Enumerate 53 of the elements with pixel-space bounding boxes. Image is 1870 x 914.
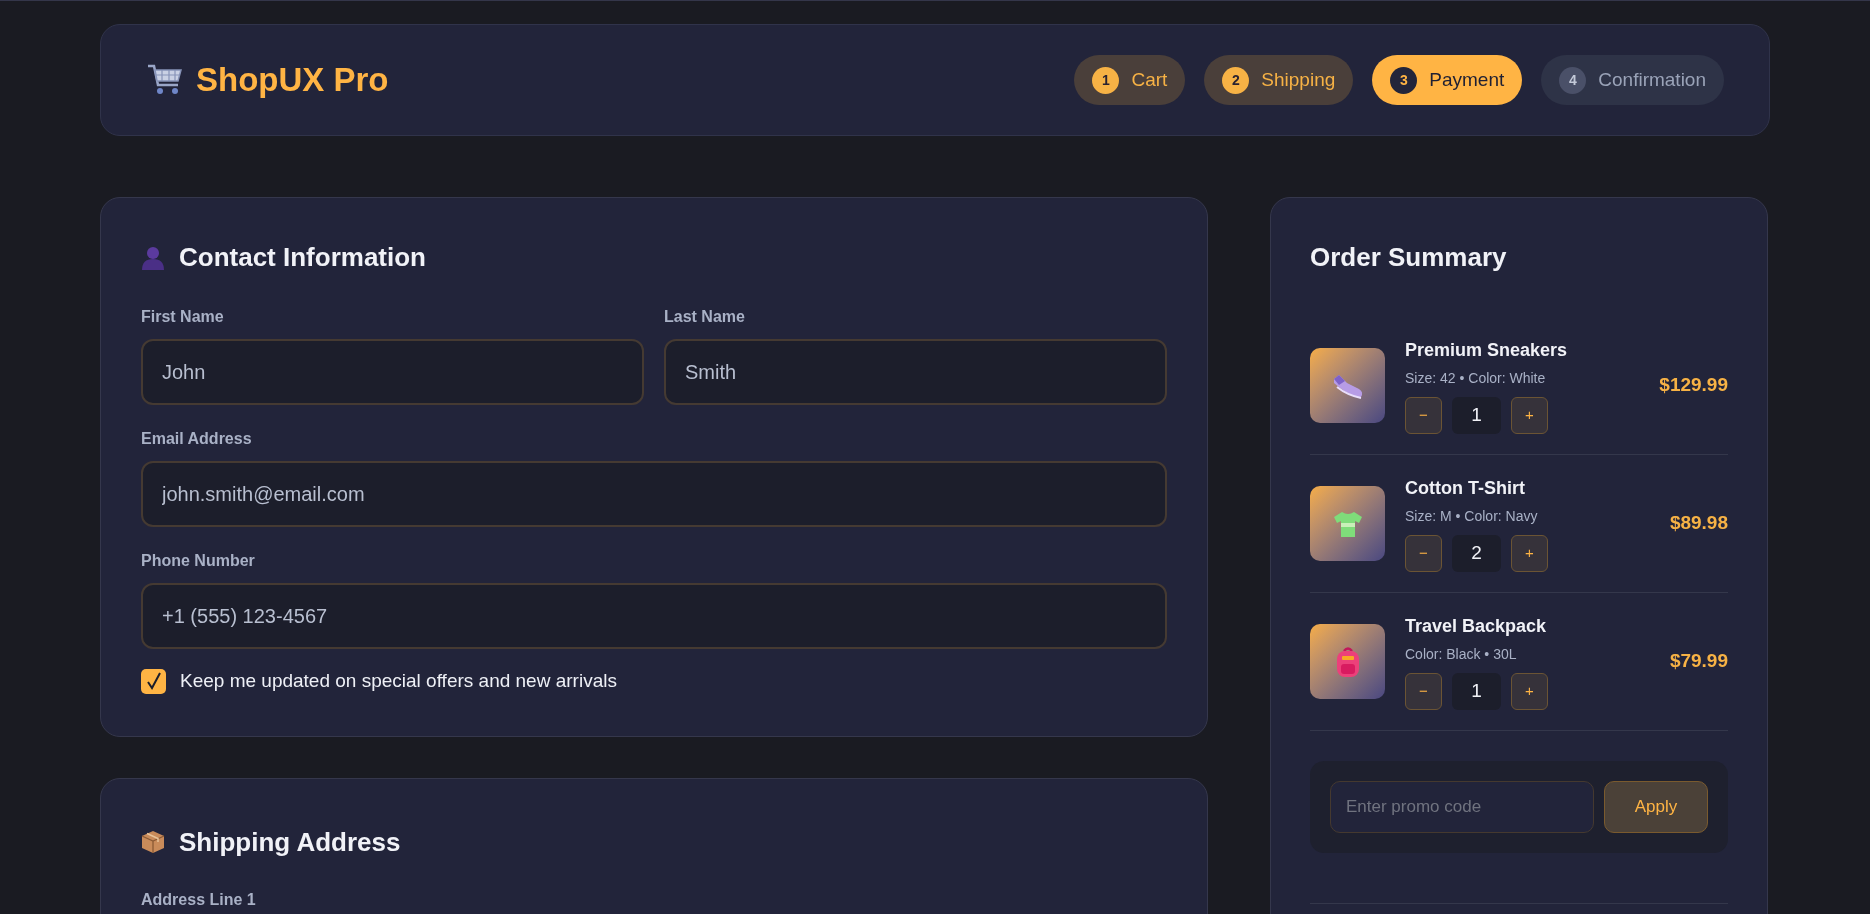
step-label: Shipping bbox=[1261, 67, 1336, 92]
checkout-step[interactable]: 1 Cart bbox=[1074, 55, 1186, 105]
checkbox-label: Keep me updated on special offers and new arrivals bbox=[180, 669, 617, 693]
product-details: Size: 42 • Color: White bbox=[1405, 369, 1547, 388]
brand-name: ShopUX Pro bbox=[196, 60, 389, 101]
section-title: Shipping Address bbox=[179, 825, 401, 859]
checkmark-icon bbox=[145, 672, 162, 691]
product-name: Travel Backpack bbox=[1405, 615, 1548, 638]
section-title: Contact Information bbox=[179, 241, 426, 274]
step-number: 2 bbox=[1222, 66, 1250, 94]
checkbox[interactable] bbox=[141, 668, 166, 694]
product-name: Cotton T-Shirt bbox=[1405, 477, 1526, 500]
quantity-value: 1 bbox=[1452, 397, 1501, 434]
product-name: Premium Sneakers bbox=[1405, 339, 1569, 362]
input-field[interactable]: Smith bbox=[664, 339, 1167, 405]
quantity-value: 1 bbox=[1452, 673, 1501, 710]
checkout-step[interactable]: 4 Confirmation bbox=[1541, 55, 1724, 105]
checkout-step[interactable]: 2 Shipping bbox=[1204, 55, 1354, 105]
field-label: Last Name bbox=[664, 307, 746, 327]
decrease-button[interactable]: − bbox=[1405, 673, 1442, 710]
apply-button[interactable]: Apply bbox=[1604, 781, 1708, 833]
field-label: Email Address bbox=[141, 429, 253, 449]
field-label: First Name bbox=[141, 307, 225, 327]
person-icon bbox=[141, 245, 165, 270]
decrease-button[interactable]: − bbox=[1405, 397, 1442, 434]
step-number: 4 bbox=[1559, 66, 1587, 94]
t-shirt-icon bbox=[1331, 509, 1364, 538]
step-label: Confirmation bbox=[1598, 67, 1706, 92]
step-number: 1 bbox=[1092, 66, 1120, 94]
step-label: Cart bbox=[1131, 67, 1168, 92]
input-field[interactable]: +1 (555) 123-4567 bbox=[141, 583, 1167, 649]
box-icon bbox=[141, 830, 165, 854]
product-details: Color: Black • 30L bbox=[1405, 645, 1518, 664]
field-label: Address Line 1 bbox=[141, 889, 257, 910]
input-field[interactable]: John bbox=[141, 339, 644, 405]
product-price: $79.99 bbox=[1669, 649, 1728, 674]
increase-button[interactable]: + bbox=[1511, 397, 1548, 434]
step-label: Payment bbox=[1429, 67, 1505, 92]
quantity-value: 2 bbox=[1452, 535, 1501, 572]
increase-button[interactable]: + bbox=[1511, 535, 1548, 572]
product-price: $89.98 bbox=[1669, 511, 1728, 536]
increase-button[interactable]: + bbox=[1511, 673, 1548, 710]
step-number: 3 bbox=[1390, 66, 1418, 94]
input-field[interactable]: john.smith@email.com bbox=[141, 461, 1167, 527]
summary-title: Order Summary bbox=[1310, 241, 1508, 274]
field-label: Phone Number bbox=[141, 551, 256, 571]
checkout-step[interactable]: 3 Payment bbox=[1372, 55, 1523, 105]
product-details: Size: M • Color: Navy bbox=[1405, 507, 1539, 526]
product-price: $129.99 bbox=[1659, 373, 1728, 398]
backpack-icon bbox=[1334, 645, 1361, 678]
promo-code-field[interactable]: Enter promo code bbox=[1330, 781, 1594, 833]
shopping-cart-icon bbox=[146, 63, 184, 97]
decrease-button[interactable]: − bbox=[1405, 535, 1442, 572]
